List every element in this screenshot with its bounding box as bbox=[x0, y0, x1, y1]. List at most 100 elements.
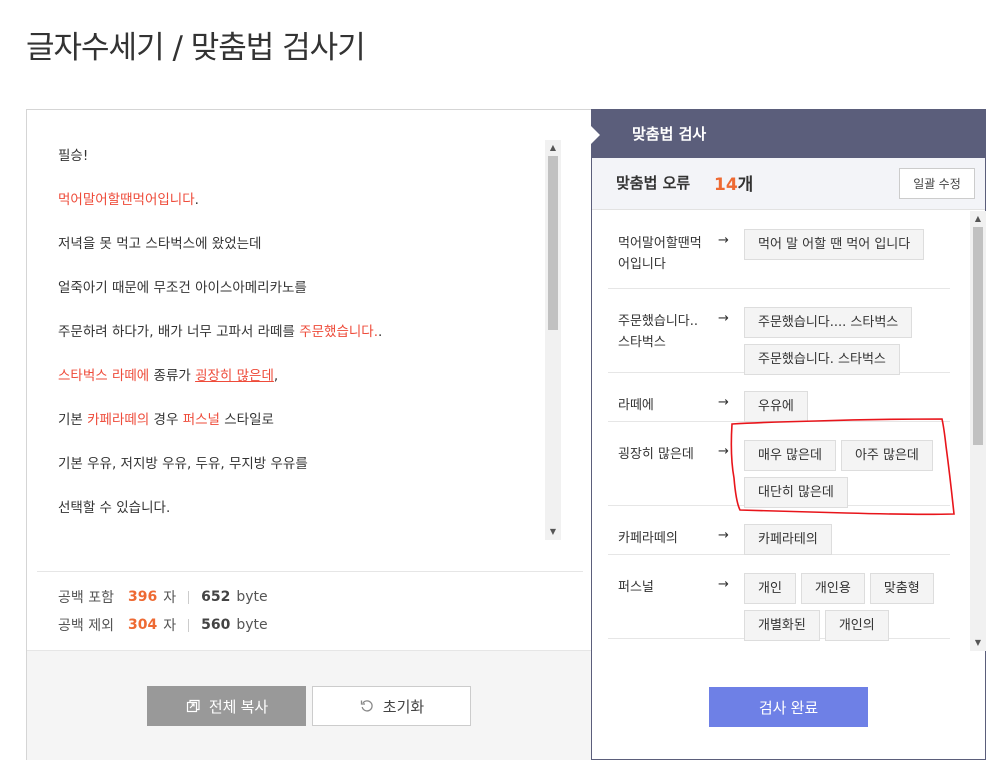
error-count-unit: 개 bbox=[737, 175, 754, 195]
arrow-right-icon: → bbox=[718, 528, 729, 543]
panel-notch bbox=[591, 126, 600, 144]
spell-check-header: 맞춤법 검사 bbox=[592, 110, 985, 158]
editor-text: 필승! bbox=[58, 148, 89, 164]
reset-button[interactable]: 초기화 bbox=[312, 686, 471, 726]
spell-error-item: 퍼스널 → 개인 개인용 맞춤형개별화된 개인의 bbox=[608, 555, 950, 641]
editor-line: 먹어말어할땐먹어입니다. bbox=[58, 188, 199, 208]
error-original-text: 라떼에 bbox=[618, 398, 654, 413]
error-count-number: 14 bbox=[714, 175, 738, 195]
highlighted-error-text[interactable]: 카페라떼의 bbox=[87, 412, 149, 428]
suggestion-button[interactable]: 매우 많은데 bbox=[744, 440, 836, 471]
spell-check-panel: 맞춤법 검사 맞춤법 오류 14개 일괄 수정 먹어말어할땐먹어입니다 → 먹어 말… bbox=[591, 109, 986, 760]
suggestion-button[interactable]: 아주 많은데 bbox=[840, 440, 933, 471]
suggestion-button[interactable]: 대단히 많은데 bbox=[744, 477, 848, 508]
byte-unit: byte bbox=[236, 617, 268, 633]
copy-all-button[interactable]: 전체 복사 bbox=[147, 686, 306, 726]
editor-scrollbar[interactable]: ▲ ▼ bbox=[545, 140, 561, 540]
arrow-right-icon: → bbox=[718, 233, 729, 248]
editor-text: 종류가 bbox=[149, 368, 196, 384]
error-list: 먹어말어할땐먹어입니다 → 먹어 말 어할 땐 먹어 입니다 주문했습니다.. 스타벅… bbox=[592, 211, 970, 651]
editor-text: 경우 bbox=[149, 412, 183, 428]
scroll-down-arrow-icon[interactable]: ▼ bbox=[545, 524, 561, 540]
highlighted-error-text[interactable]: 굉장히 많은데 bbox=[195, 368, 274, 384]
editor-text: 기본 우유, 저지방 우유, 두유, 무지방 우유를 bbox=[58, 456, 308, 472]
arrow-right-icon: → bbox=[718, 577, 729, 592]
reset-label: 초기화 bbox=[382, 698, 425, 716]
suggestion-button[interactable]: 먹어 말 어할 땐 먹어 입니다 bbox=[744, 229, 925, 260]
page-title: 글자수세기 / 맞춤법 검사기 bbox=[26, 30, 366, 66]
char-unit: 자 bbox=[163, 590, 177, 606]
editor-text: 스타일로 bbox=[219, 412, 274, 428]
suggestion-button[interactable]: 카페라테의 bbox=[744, 524, 832, 555]
editor-text: , bbox=[273, 368, 279, 384]
count-label: 공백 포함 bbox=[58, 590, 114, 606]
suggestion-button[interactable]: 개별화된 bbox=[744, 610, 820, 641]
error-original-text: 퍼스널 bbox=[618, 580, 654, 595]
editor-line: 저녁을 못 먹고 스타벅스에 왔었는데 bbox=[58, 232, 261, 252]
error-original-text: 먹어말어할땐먹어입니다 bbox=[618, 236, 702, 272]
highlighted-error-text[interactable]: 퍼스널 bbox=[183, 412, 220, 428]
editor-text: 선택할 수 있습니다. bbox=[58, 500, 171, 516]
suggestion-button[interactable]: 주문했습니다.... 스타벅스 bbox=[744, 307, 913, 338]
error-list-scrollbar[interactable]: ▲ ▼ bbox=[970, 211, 986, 651]
error-original-text: 카페라떼의 bbox=[618, 531, 678, 546]
spell-error-item: 주문했습니다.. 스타벅스 → 주문했습니다.... 스타벅스 주문했습니다. 스타벅… bbox=[608, 289, 950, 375]
scroll-up-arrow-icon[interactable]: ▲ bbox=[545, 140, 561, 156]
suggestion-list: 주문했습니다.... 스타벅스주문했습니다. 스타벅스 bbox=[744, 307, 954, 375]
char-count: 304 bbox=[128, 617, 158, 633]
fix-all-button[interactable]: 일괄 수정 bbox=[899, 168, 975, 199]
arrow-right-icon: → bbox=[718, 444, 729, 459]
spell-error-item: 카페라떼의 → 카페라테의 bbox=[608, 506, 950, 555]
editor-text: 기본 bbox=[58, 412, 88, 428]
error-summary: 맞춤법 오류 14개 일괄 수정 bbox=[592, 158, 985, 210]
suggestion-button[interactable]: 주문했습니다. 스타벅스 bbox=[744, 344, 900, 375]
suggestion-list: 우유에 bbox=[744, 391, 954, 422]
left-footer: 전체 복사 초기화 bbox=[27, 650, 592, 760]
scroll-thumb[interactable] bbox=[973, 227, 983, 445]
suggestion-list: 먹어 말 어할 땐 먹어 입니다 bbox=[744, 229, 954, 260]
suggestion-button[interactable]: 개인 bbox=[744, 573, 796, 604]
editor-text: 저녁을 못 먹고 스타벅스에 왔었는데 bbox=[58, 236, 262, 252]
highlighted-error-text[interactable]: 스타벅스 라떼에 bbox=[58, 368, 149, 384]
highlighted-error-text[interactable]: 먹어말어할땐먹어입니다 bbox=[58, 192, 195, 208]
editor-line: 선택할 수 있습니다. bbox=[58, 496, 170, 516]
check-done-button[interactable]: 검사 완료 bbox=[709, 687, 868, 727]
count-label: 공백 제외 bbox=[58, 618, 114, 634]
char-unit: 자 bbox=[163, 618, 177, 634]
count-with-space: 공백 포함 396 자 652 byte bbox=[58, 587, 268, 607]
count-without-space: 공백 제외 304 자 560 byte bbox=[58, 615, 268, 635]
editor-text: 얼죽아기 때문에 무조건 아이스아메리카노를 bbox=[58, 280, 307, 296]
suggestion-list: 카페라테의 bbox=[744, 524, 954, 555]
suggestion-button[interactable]: 개인의 bbox=[824, 610, 889, 641]
editor-line: 기본 카페라떼의 경우 퍼스널 스타일로 bbox=[58, 408, 274, 428]
editor-line: 주문하려 하다가, 배가 너무 고파서 라떼를 주문했습니다.. bbox=[58, 320, 382, 340]
scroll-up-arrow-icon[interactable]: ▲ bbox=[970, 211, 986, 227]
arrow-right-icon: → bbox=[718, 311, 729, 326]
arrow-right-icon: → bbox=[718, 395, 729, 410]
suggestion-list: 개인 개인용 맞춤형개별화된 개인의 bbox=[744, 573, 954, 641]
count-separator bbox=[188, 590, 190, 604]
byte-count: 560 bbox=[201, 617, 231, 633]
scroll-thumb[interactable] bbox=[548, 156, 558, 330]
editor-text: . bbox=[378, 324, 383, 340]
suggestion-button[interactable]: 개인용 bbox=[800, 573, 865, 604]
count-divider bbox=[37, 571, 583, 572]
scroll-down-arrow-icon[interactable]: ▼ bbox=[970, 635, 986, 651]
suggestion-list: 매우 많은데 아주 많은데대단히 많은데 bbox=[744, 440, 954, 508]
byte-unit: byte bbox=[236, 589, 268, 605]
reset-icon bbox=[360, 700, 373, 712]
editor-text: . bbox=[194, 192, 199, 208]
text-editor[interactable]: 필승! 먹어말어할땐먹어입니다. 저녁을 못 먹고 스타벅스에 왔었는데얼죽아기 때… bbox=[27, 110, 567, 540]
copy-icon bbox=[186, 699, 200, 713]
count-separator bbox=[188, 618, 190, 632]
editor-line: 필승! bbox=[58, 144, 88, 164]
suggestion-button[interactable]: 우유에 bbox=[744, 391, 808, 422]
suggestion-button[interactable]: 맞춤형 bbox=[869, 573, 934, 604]
spell-error-item: 카페라떼로→카페라테로 bbox=[608, 639, 950, 651]
error-label: 맞춤법 오류 bbox=[616, 174, 691, 192]
error-original-text: 굉장히 많은데 bbox=[618, 447, 694, 462]
spell-error-item: 라떼에 → 우유에 bbox=[608, 373, 950, 422]
editor-line: 기본 우유, 저지방 우유, 두유, 무지방 우유를 bbox=[58, 452, 308, 472]
spell-error-item: 굉장히 많은데 → 매우 많은데 아주 많은데대단히 많은데 bbox=[608, 422, 950, 508]
highlighted-error-text[interactable]: 주문했습니다. bbox=[299, 324, 378, 340]
